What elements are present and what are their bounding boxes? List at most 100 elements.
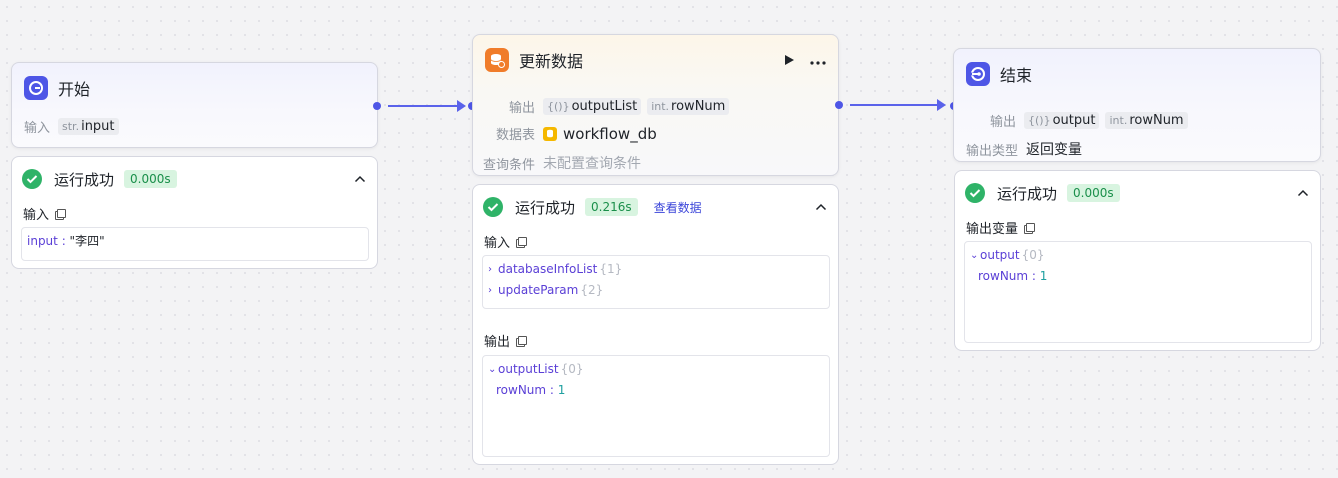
json-line: input : "李四": [27, 233, 363, 254]
end-result-header: 运行成功 0.000s: [965, 181, 1311, 205]
update-output-label: 输出: [508, 101, 535, 116]
update-output-port[interactable]: [835, 101, 843, 109]
end-output-type-value: 返回变量: [1026, 142, 1083, 158]
time-badge: 0.216s: [585, 198, 638, 216]
json-value: "李四": [69, 234, 105, 248]
json-count: {0}: [560, 362, 584, 376]
update-condition-row: 查询条件 未配置查询条件: [483, 153, 641, 173]
tag-name: rowNum: [1129, 113, 1184, 128]
json-key: output: [980, 248, 1020, 262]
json-count: {2}: [580, 283, 604, 297]
start-node[interactable]: 开始 输入 str. input: [11, 62, 378, 148]
output-tag-rowNum: int. rowNum: [647, 98, 730, 115]
end-result-panel: 运行成功 0.000s 输出变量 ⌄ output {0} rowNum : 1: [954, 170, 1321, 351]
tag-type: {()}: [547, 100, 570, 113]
chevron-down-icon[interactable]: ⌄: [488, 361, 498, 378]
json-line-databaseInfoList[interactable]: › databaseInfoList {1}: [488, 261, 824, 282]
tag-type: {()}: [1028, 114, 1051, 127]
section-title: 输出变量: [966, 222, 1019, 237]
update-input-json: › databaseInfoList {1} › updateParam {2}: [482, 255, 830, 309]
json-key: rowNum: [496, 383, 547, 397]
end-output-label: 输出: [989, 115, 1016, 130]
json-line-rowNum: rowNum : 1: [970, 268, 1306, 289]
status-text: 运行成功: [997, 184, 1058, 203]
section-title: 输入: [23, 208, 50, 223]
update-output-json: ⌄ outputList {0} rowNum : 1: [482, 355, 830, 457]
start-input-label: 输入: [24, 121, 51, 136]
time-badge: 0.000s: [124, 170, 177, 188]
output-tag-rowNum: int. rowNum: [1105, 112, 1188, 129]
output-tag-outputList: {()} outputList: [543, 98, 642, 115]
json-line-output[interactable]: ⌄ output {0}: [970, 247, 1306, 268]
chevron-right-icon[interactable]: ›: [488, 261, 498, 278]
json-value: 1: [1039, 269, 1048, 283]
run-icon[interactable]: [783, 51, 795, 70]
update-condition-value: 未配置查询条件: [543, 156, 641, 172]
start-icon: [24, 76, 48, 100]
collapse-chevron-icon[interactable]: [813, 199, 829, 215]
tag-type: int.: [651, 100, 670, 113]
start-input-row: 输入 str. input: [24, 117, 125, 136]
success-check-icon: [965, 183, 985, 203]
end-node[interactable]: 结束 输出 {()} output int. rowNum 输出类型 返回变量: [953, 48, 1321, 162]
json-count: {0}: [1021, 248, 1045, 262]
end-output-section: 输出变量: [966, 218, 1036, 237]
start-input-tag: str. input: [58, 118, 119, 135]
time-badge: 0.000s: [1067, 184, 1120, 202]
end-output-row: 输出 {()} output int. rowNum: [968, 111, 1194, 130]
update-data-node[interactable]: 更新数据 输出 {()} outputList int. rowNum 数据表 …: [472, 34, 839, 176]
end-output-type-row: 输出类型 返回变量: [966, 139, 1082, 159]
copy-icon[interactable]: [516, 236, 528, 248]
tag-type: int.: [1109, 114, 1128, 127]
update-table-row: 数据表 workflow_db: [487, 124, 657, 144]
start-output-port[interactable]: [373, 102, 381, 110]
tag-name: outputList: [571, 99, 638, 114]
edge-update-to-end: [850, 99, 946, 111]
copy-icon[interactable]: [1024, 222, 1036, 234]
copy-icon[interactable]: [516, 335, 528, 347]
json-value: 1: [557, 383, 566, 397]
arrow-head-icon: [937, 99, 946, 111]
section-title: 输出: [484, 335, 511, 350]
more-icon[interactable]: [809, 51, 827, 70]
json-sep: :: [546, 383, 558, 397]
chevron-right-icon[interactable]: ›: [488, 282, 498, 299]
update-table-value: workflow_db: [563, 124, 657, 143]
database-table-icon: [543, 126, 557, 141]
end-node-header: 结束: [966, 62, 1032, 86]
end-output-type-label: 输出类型: [966, 143, 1019, 159]
edge-start-to-update: [388, 100, 466, 112]
collapse-chevron-icon[interactable]: [352, 171, 368, 187]
end-icon: [966, 62, 990, 86]
update-node-actions: [783, 51, 827, 70]
update-result-header: 运行成功 0.216s 查看数据: [483, 195, 829, 219]
update-table-label: 数据表: [495, 128, 535, 143]
status-text: 运行成功: [515, 198, 576, 217]
success-check-icon: [483, 197, 503, 217]
collapse-chevron-icon[interactable]: [1295, 185, 1311, 201]
json-key: outputList: [498, 362, 559, 376]
json-line-updateParam[interactable]: › updateParam {2}: [488, 282, 824, 303]
update-output-section: 输出: [484, 331, 528, 350]
json-line-rowNum: rowNum : 1: [488, 382, 824, 403]
json-sep: :: [1028, 269, 1040, 283]
view-data-link[interactable]: 查看数据: [654, 199, 702, 216]
update-node-title: 更新数据: [519, 52, 584, 71]
chevron-down-icon[interactable]: ⌄: [970, 247, 980, 264]
tag-name: output: [1052, 113, 1096, 128]
start-result-header: 运行成功 0.000s: [22, 167, 368, 191]
json-key: input: [27, 234, 58, 248]
update-node-header: 更新数据: [485, 48, 827, 72]
end-output-json: ⌄ output {0} rowNum : 1: [964, 241, 1312, 343]
json-count: {1}: [599, 262, 623, 276]
success-check-icon: [22, 169, 42, 189]
section-title: 输入: [484, 236, 511, 251]
start-input-json: input : "李四": [21, 227, 369, 261]
update-condition-label: 查询条件: [483, 157, 536, 173]
start-result-panel: 运行成功 0.000s 输入 input : "李四": [11, 156, 378, 269]
copy-icon[interactable]: [55, 208, 67, 220]
update-input-section: 输入: [484, 232, 528, 251]
start-input-section: 输入: [23, 204, 67, 223]
json-line-outputList[interactable]: ⌄ outputList {0}: [488, 361, 824, 382]
end-node-title: 结束: [1000, 66, 1033, 85]
